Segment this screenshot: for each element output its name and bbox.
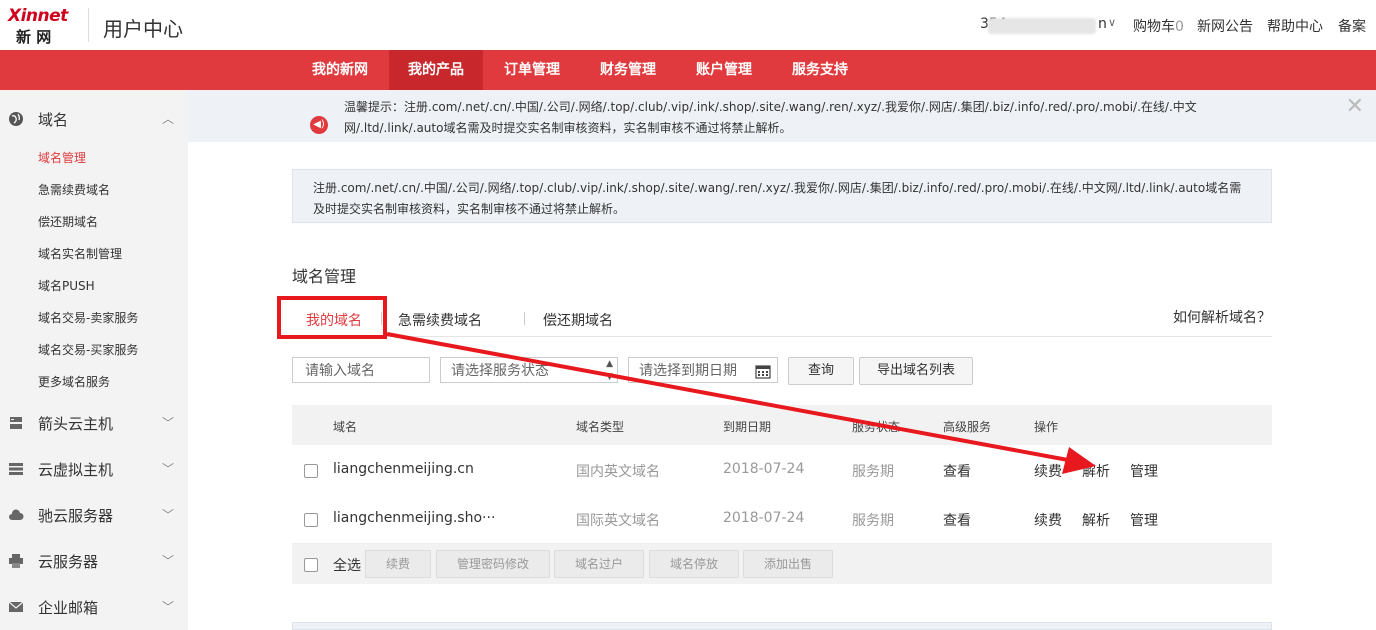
annotation-arrow xyxy=(386,332,1096,474)
